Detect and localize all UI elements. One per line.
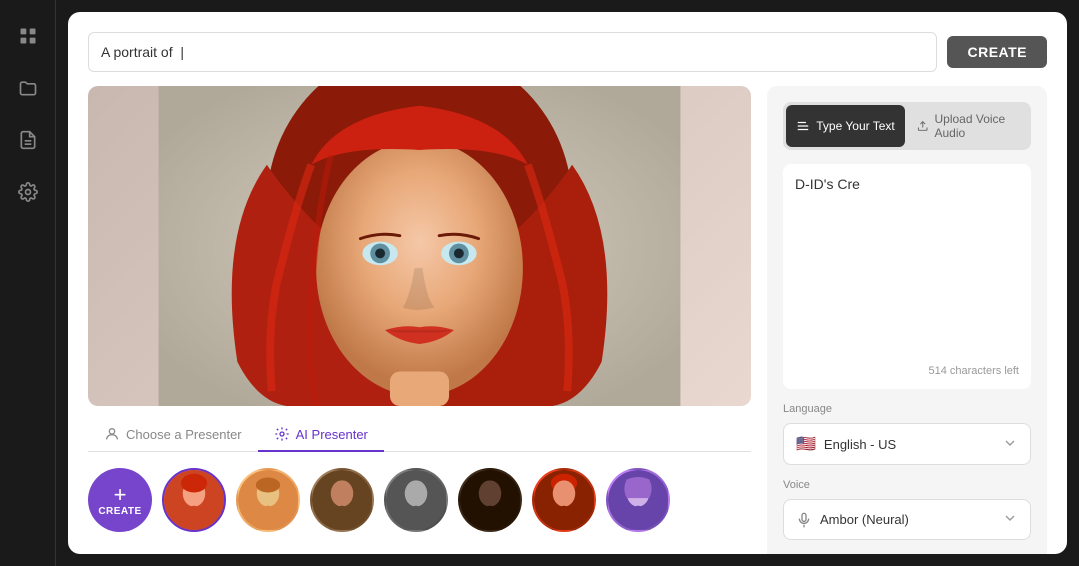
plus-icon: + [114, 484, 127, 506]
flag-icon: 🇺🇸 [796, 434, 816, 454]
grid-icon[interactable] [12, 20, 44, 52]
voice-tabs: Type Your Text Upload Voice Audio [783, 102, 1031, 150]
avatar-3[interactable] [310, 468, 374, 532]
avatar-2[interactable] [236, 468, 300, 532]
body-area: Choose a Presenter AI Presenter + CREATE [88, 86, 1047, 554]
top-bar: CREATE [88, 32, 1047, 72]
ai-icon [274, 426, 290, 442]
main-content: CREATE [68, 12, 1067, 554]
voice-value: Ambor (Neural) [820, 512, 909, 527]
voice-select[interactable]: Ambor (Neural) [783, 499, 1031, 540]
microphone-icon [796, 512, 812, 528]
type-text-label: Type Your Text [816, 119, 895, 133]
char-count: 514 characters left [795, 365, 1019, 377]
avatar-4[interactable] [384, 468, 448, 532]
sidebar [0, 0, 56, 566]
file-icon[interactable] [12, 124, 44, 156]
tab-choose-presenter[interactable]: Choose a Presenter [88, 418, 258, 452]
voice-chevron-down-icon [1002, 510, 1018, 529]
person-icon [104, 426, 120, 442]
voice-field-group: Voice Ambor (Neural) [783, 479, 1031, 540]
tab-choose-presenter-label: Choose a Presenter [126, 427, 242, 442]
avatar-1[interactable] [162, 468, 226, 532]
chevron-down-icon [1002, 435, 1018, 454]
app-container: CREATE [0, 0, 1079, 566]
language-field-group: Language 🇺🇸 English - US [783, 403, 1031, 465]
avatar-add-button[interactable]: + CREATE [88, 468, 152, 532]
upload-audio-label: Upload Voice Audio [935, 112, 1021, 140]
portrait-svg [88, 86, 751, 406]
prompt-input[interactable] [101, 44, 924, 60]
presenter-image [88, 86, 751, 406]
left-panel: Choose a Presenter AI Presenter + CREATE [88, 86, 751, 554]
script-textarea[interactable]: D-ID's Cre [795, 176, 1019, 356]
avatar-add-label: CREATE [98, 506, 141, 517]
language-value: English - US [824, 437, 896, 452]
language-select[interactable]: 🇺🇸 English - US [783, 423, 1031, 465]
right-panel: Type Your Text Upload Voice Audio D-ID's… [767, 86, 1047, 554]
avatar-5[interactable] [458, 468, 522, 532]
prompt-input-wrapper [88, 32, 937, 72]
type-icon [796, 119, 810, 133]
tab-ai-presenter[interactable]: AI Presenter [258, 418, 384, 452]
avatar-6[interactable] [532, 468, 596, 532]
presenter-tabs: Choose a Presenter AI Presenter [88, 418, 751, 452]
avatars-row: + CREATE [88, 464, 751, 536]
tab-type-text[interactable]: Type Your Text [786, 105, 905, 147]
voice-label: Voice [783, 479, 1031, 491]
folder-icon[interactable] [12, 72, 44, 104]
create-top-button[interactable]: CREATE [947, 36, 1047, 68]
avatar-7[interactable] [606, 468, 670, 532]
script-text-area-wrapper: D-ID's Cre 514 characters left [783, 164, 1031, 389]
tab-ai-presenter-label: AI Presenter [296, 427, 368, 442]
language-label: Language [783, 403, 1031, 415]
gear-icon[interactable] [12, 176, 44, 208]
tab-upload-audio[interactable]: Upload Voice Audio [909, 105, 1028, 147]
upload-icon [917, 119, 929, 133]
